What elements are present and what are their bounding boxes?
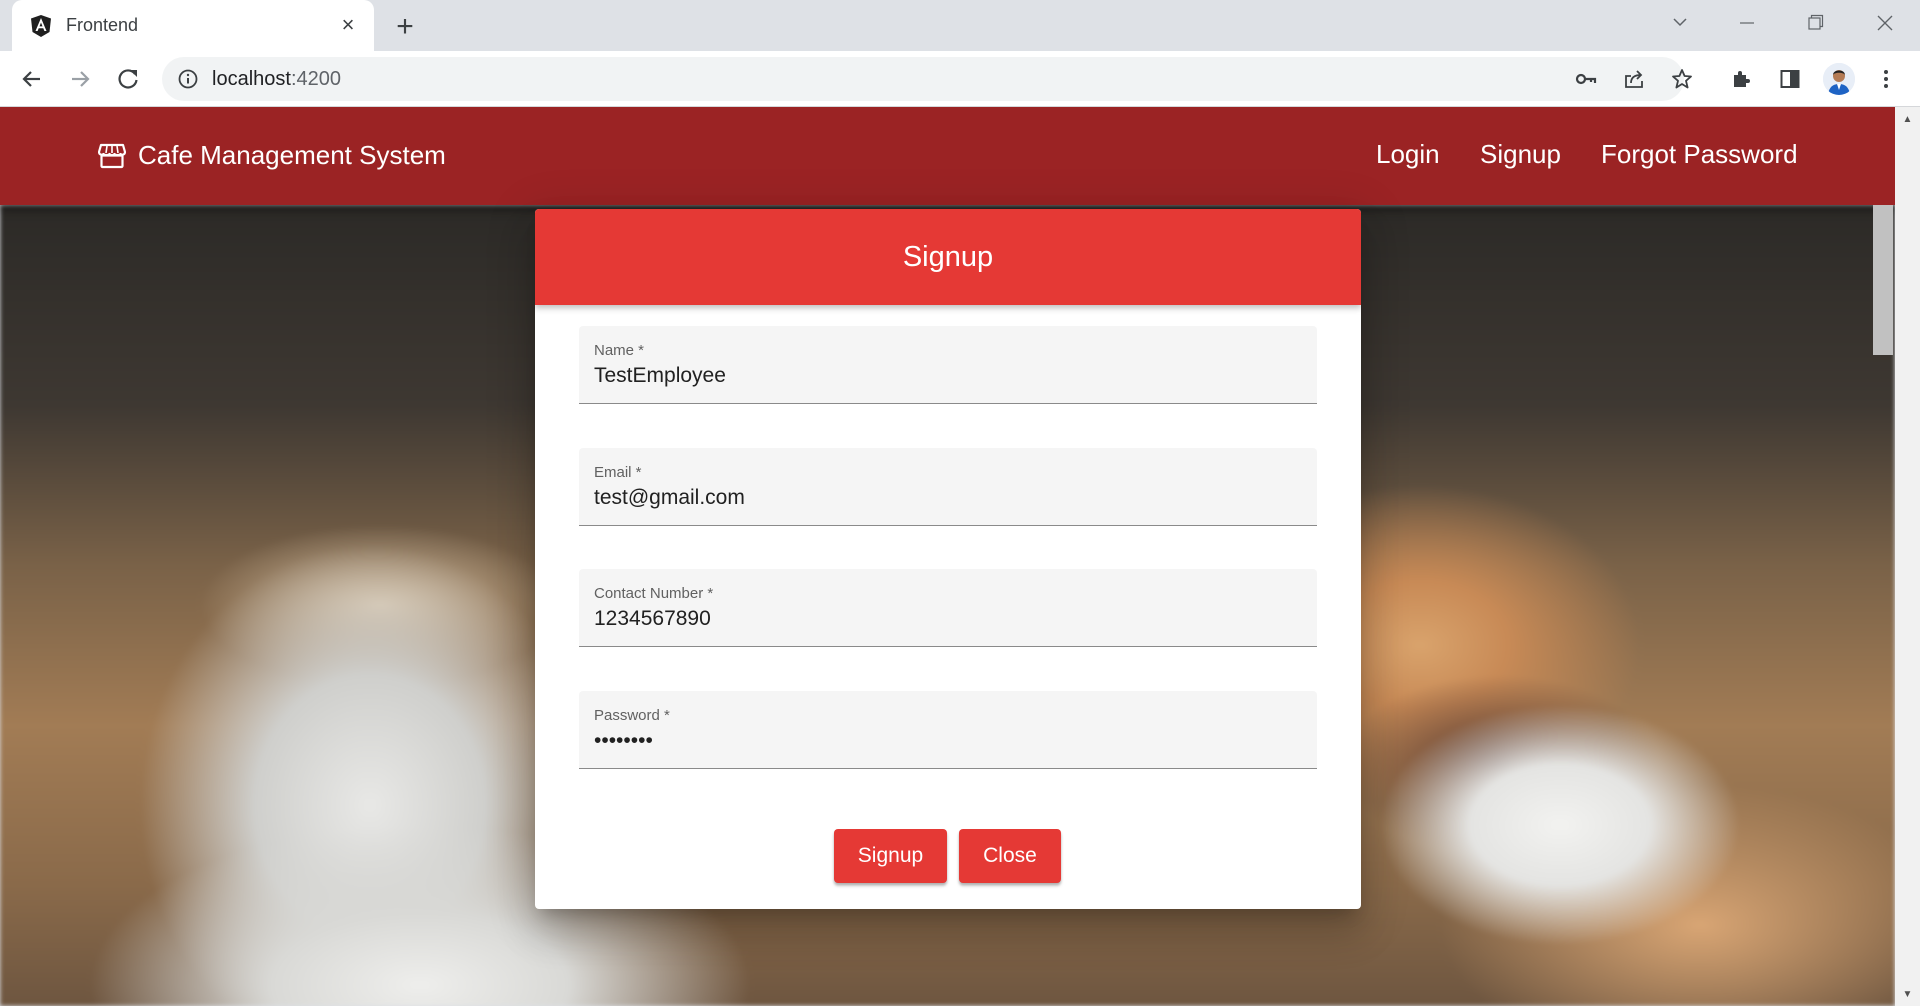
scroll-down-icon[interactable]: ▼ (1895, 985, 1920, 1003)
restore-icon[interactable] (1795, 8, 1835, 38)
address-bar[interactable]: localhost:4200 (162, 57, 1692, 101)
profile-avatar-icon (1823, 63, 1855, 95)
name-label: Name * (594, 342, 645, 359)
window-close-icon[interactable] (1865, 8, 1905, 38)
url-text[interactable]: localhost:4200 (212, 68, 341, 91)
new-tab-icon[interactable]: + (390, 12, 420, 42)
dialog-actions: Signup Close (535, 829, 1361, 883)
store-icon (98, 143, 126, 169)
profile-avatar[interactable] (1823, 63, 1855, 95)
browser-tabstrip: Frontend × + (0, 0, 1920, 51)
scroll-up-icon[interactable]: ▲ (1895, 110, 1920, 128)
email-label: Email * (594, 464, 642, 481)
dialog-title: Signup (902, 240, 994, 273)
brand-title[interactable]: Cafe Management System (138, 140, 446, 171)
back-icon[interactable] (14, 61, 50, 97)
menu-kebab-icon[interactable] (1874, 67, 1898, 91)
minimize-icon[interactable] (1727, 8, 1767, 38)
app-header: Cafe Management System Login Signup Forg… (0, 107, 1895, 205)
page-scrollbar[interactable]: ▲ ▼ (1895, 107, 1920, 1006)
nav-forgot-password[interactable]: Forgot Password (1601, 139, 1798, 170)
signup-button[interactable]: Signup (834, 829, 947, 883)
nav-signup[interactable]: Signup (1480, 139, 1561, 170)
contact-number-label: Contact Number * (594, 585, 714, 602)
close-button[interactable]: Close (959, 829, 1061, 883)
browser-tab[interactable]: Frontend × (12, 0, 374, 51)
side-panel-icon[interactable] (1778, 67, 1802, 91)
angular-icon (31, 15, 51, 37)
browser-toolbar: localhost:4200 (0, 51, 1920, 107)
tab-close-icon[interactable]: × (336, 12, 360, 37)
nav-login[interactable]: Login (1376, 139, 1440, 170)
signup-dialog: Signup Name * Email * Contact Number * P… (535, 209, 1361, 909)
forward-icon[interactable] (62, 61, 98, 97)
scroll-thumb[interactable] (1873, 205, 1893, 355)
tab-search-icon[interactable] (1660, 8, 1700, 38)
password-input[interactable] (594, 729, 1294, 753)
reload-icon[interactable] (110, 61, 146, 97)
name-input[interactable] (594, 364, 1294, 388)
email-input[interactable] (594, 486, 1294, 510)
key-icon[interactable] (1574, 67, 1598, 91)
contact-number-input[interactable] (594, 607, 1294, 631)
extensions-icon[interactable] (1730, 67, 1754, 91)
password-label: Password * (594, 707, 670, 724)
bookmark-star-icon[interactable] (1670, 67, 1694, 91)
share-icon[interactable] (1622, 67, 1646, 91)
contact-number-field[interactable]: Contact Number * (579, 569, 1317, 647)
tab-title: Frontend (66, 15, 139, 35)
name-field[interactable]: Name * (579, 326, 1317, 404)
page-viewport: Cafe Management System Login Signup Forg… (0, 107, 1920, 1006)
password-field[interactable]: Password * (579, 691, 1317, 769)
site-info-icon[interactable] (176, 67, 200, 91)
dialog-header: Signup (535, 209, 1361, 305)
email-field[interactable]: Email * (579, 448, 1317, 526)
